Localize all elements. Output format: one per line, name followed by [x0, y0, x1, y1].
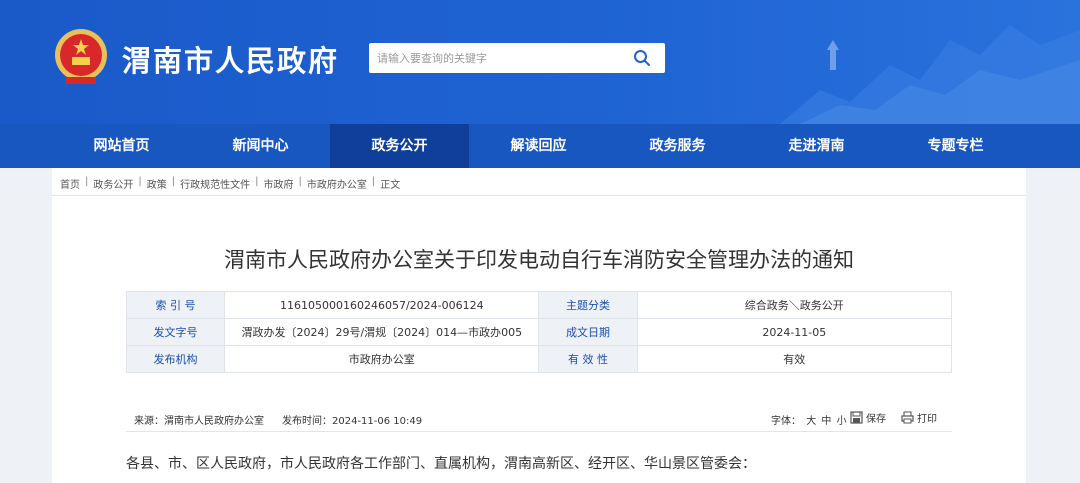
nav-item-news[interactable]: 新闻中心 [191, 124, 330, 168]
doc-no-label: 发文字号 [125, 318, 226, 346]
issuer-label: 发布机构 [125, 345, 226, 373]
save-icon [850, 411, 863, 424]
mountain-decoration-icon [780, 25, 1080, 124]
save-button[interactable]: 保存 [850, 410, 886, 425]
divider [52, 195, 1026, 196]
breadcrumb-separator: | [171, 176, 176, 187]
validity-value: 有效 [636, 345, 953, 373]
table-row: 索 引 号 116105000160246057/2024-006124 主题分… [125, 291, 953, 319]
breadcrumb: 首页 | 政务公开 | 政策 | 行政规范性文件 | 市政府 | 市政府办公室 … [60, 176, 400, 191]
issuer-value: 市政府办公室 [224, 345, 540, 373]
date-value: 2024-11-05 [636, 318, 953, 346]
table-row: 发文字号 渭政办发〔2024〕29号/渭规〔2024〕014—市政办005 成文… [125, 318, 953, 346]
font-size-label: 字体： [771, 416, 801, 427]
category-label: 主题分类 [538, 291, 638, 319]
breadcrumb-separator: | [85, 176, 89, 187]
site-title: 渭南市人民政府 [122, 44, 340, 78]
breadcrumb-current: 正文 [380, 180, 401, 191]
search-icon[interactable] [633, 49, 651, 67]
category-value: 综合政务＼政务公开 [636, 291, 953, 319]
font-size-small-button[interactable]: 小 [837, 416, 847, 427]
article-salutation: 各县、市、区人民政府，市人民政府各工作部门、直属机构，渭南高新区、经开区、华山景… [126, 456, 756, 472]
printer-icon [901, 411, 914, 424]
main-content: 首页 | 政务公开 | 政策 | 行政规范性文件 | 市政府 | 市政府办公室 … [52, 168, 1026, 483]
breadcrumb-separator: | [298, 176, 302, 187]
font-size-control: 字体： 大 中 小 [771, 412, 847, 427]
print-label: 打印 [917, 414, 937, 425]
nav-item-home[interactable]: 网站首页 [52, 124, 191, 168]
source-text: 来源：渭南市人民政府办公室 [134, 416, 264, 427]
breadcrumb-separator: | [255, 176, 259, 187]
print-button[interactable]: 打印 [901, 410, 937, 425]
article-info-bar: 来源：渭南市人民政府办公室 发布时间：2024-11-06 10:49 字体： … [126, 404, 952, 432]
table-row: 发布机构 市政府办公室 有 效 性 有效 [125, 345, 953, 373]
breadcrumb-separator: | [371, 176, 376, 187]
breadcrumb-separator: | [138, 176, 142, 187]
font-size-large-button[interactable]: 大 [806, 416, 816, 427]
index-value: 116105000160246057/2024-006124 [224, 291, 540, 319]
national-emblem-icon [55, 29, 107, 84]
nav-item-interpretation[interactable]: 解读回应 [469, 124, 608, 168]
date-label: 成文日期 [538, 318, 638, 346]
breadcrumb-city-gov-office[interactable]: 市政府办公室 [307, 176, 367, 191]
nav-item-about-weinan[interactable]: 走进渭南 [747, 124, 886, 168]
breadcrumb-gov-affairs[interactable]: 政务公开 [93, 176, 133, 191]
nav-item-special-topics[interactable]: 专题专栏 [886, 124, 1025, 168]
save-label: 保存 [866, 414, 886, 425]
validity-label: 有 效 性 [538, 345, 638, 373]
doc-no-value: 渭政办发〔2024〕29号/渭规〔2024〕014—市政办005 [224, 318, 540, 346]
breadcrumb-policy[interactable]: 政策 [147, 176, 167, 191]
breadcrumb-city-gov[interactable]: 市政府 [264, 176, 294, 191]
search-box [369, 43, 665, 73]
font-size-medium-button[interactable]: 中 [821, 416, 831, 427]
main-nav: 网站首页 新闻中心 政务公开 解读回应 政务服务 走进渭南 专题专栏 [0, 124, 1080, 168]
breadcrumb-normative-docs[interactable]: 行政规范性文件 [180, 176, 250, 191]
index-label: 索 引 号 [125, 291, 226, 319]
nav-item-gov-affairs[interactable]: 政务公开 [330, 124, 469, 168]
search-input[interactable] [369, 43, 631, 73]
nav-item-gov-services[interactable]: 政务服务 [608, 124, 747, 168]
document-meta-table: 索 引 号 116105000160246057/2024-006124 主题分… [125, 291, 953, 373]
breadcrumb-home[interactable]: 首页 [60, 176, 80, 191]
publish-time: 发布时间：2024-11-06 10:49 [282, 416, 423, 427]
article-title: 渭南市人民政府办公室关于印发电动自行车消防安全管理办法的通知 [224, 248, 854, 272]
site-header: 渭南市人民政府 [0, 0, 1080, 124]
